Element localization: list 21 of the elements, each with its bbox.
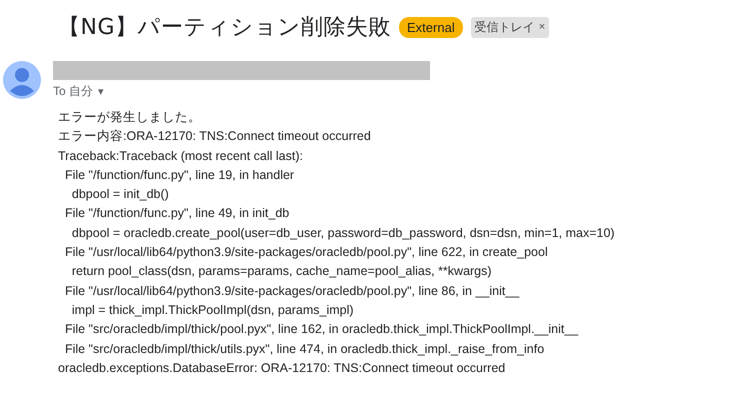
message-line: File "/function/func.py", line 49, in init_db — [64, 205, 290, 222]
message-line: return pool_class(dsn, params=params, cache_name=pool_alias, **kwargs) — [70, 263, 493, 280]
label-text: 受信トレイ — [474, 18, 535, 36]
message-line: File "/usr/local/lib64/python3.9/site-packages/oracledb/pool.py", line 622, in create_pool — [64, 244, 549, 262]
message-line: File "src/oracledb/impl/thick/pool.pyx", line 162, in oracledb.thick_impl.ThickPoolImpl.__init__ — [64, 321, 580, 338]
remove-label-button[interactable]: × — [538, 21, 546, 33]
message-line: dbpool = init_db() — [70, 186, 170, 204]
message-line: エラー内容:ORA-12170: TNS:Connect timeout occurred — [58, 128, 372, 146]
message-line: File "src/oracledb/impl/thick/utils.pyx", line 474, in oracledb.thick_impl._raise_from_info — [64, 340, 546, 358]
message-line: File "/usr/local/lib64/python3.9/site-packages/oracledb/pool.py", line 86, in __init__ — [64, 282, 520, 300]
message-line: File "/function/func.py", line 19, in handler — [64, 166, 296, 184]
message-line: oracledb.exceptions.DatabaseError: ORA-12170: TNS:Connect timeout occurred — [58, 360, 506, 377]
email-subject: 【NG】パーティション削除失敗 — [58, 14, 392, 42]
external-badge: External — [399, 16, 463, 38]
details-caret[interactable]: ▾ — [98, 85, 104, 98]
avatar-icon — [3, 61, 41, 99]
message-line: Traceback:Traceback (most recent call last): — [58, 148, 304, 165]
message-line: impl = thick_impl.ThickPoolImpl(dsn, params_impl) — [70, 302, 355, 319]
recipient-label: To 自分 — [53, 83, 94, 100]
message-line: dbpool = oracledb.create_pool(user=db_user, password=db_password, dsn=dsn, min=1, max=10) — [70, 224, 616, 242]
message-line: エラーが発生しました。 — [58, 109, 202, 126]
